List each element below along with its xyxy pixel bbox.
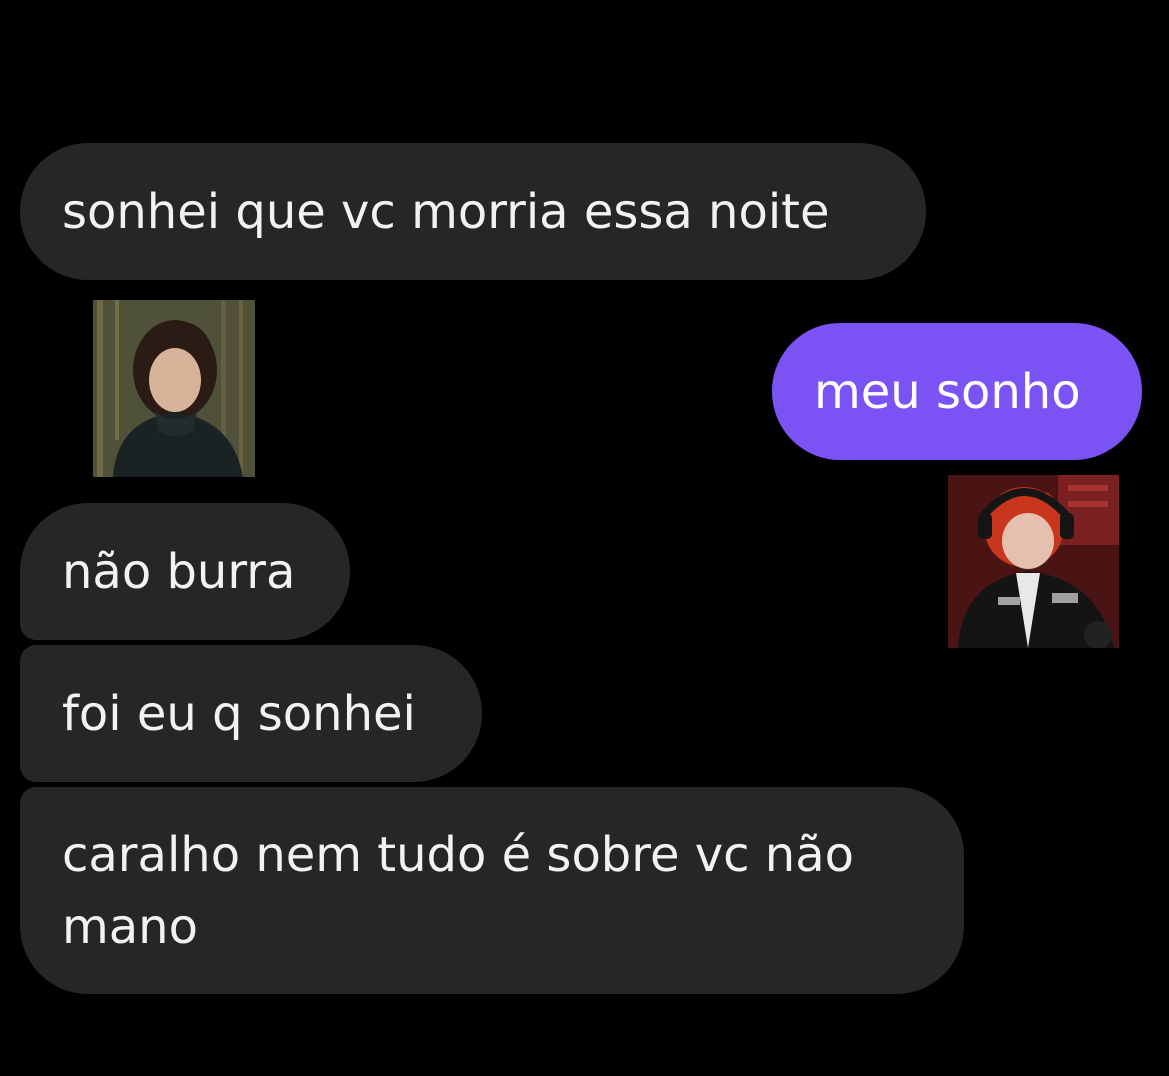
- message-text: não burra: [62, 543, 296, 600]
- message-text-line: caralho nem tudo é sobre vc não: [62, 826, 854, 883]
- message-bubble-incoming[interactable]: não burra: [20, 503, 350, 640]
- message-bubble-outgoing[interactable]: meu sonho: [772, 323, 1142, 460]
- message-bubble-incoming[interactable]: foi eu q sonhei: [20, 645, 482, 782]
- person-photo-red-hair-headphones-icon: [948, 475, 1119, 648]
- message-text-line: mano: [62, 898, 198, 955]
- message-text: foi eu q sonhei: [62, 685, 416, 742]
- message-bubble-incoming[interactable]: caralho nem tudo é sobre vc não mano: [20, 787, 964, 994]
- message-text: sonhei que vc morria essa noite: [62, 183, 830, 240]
- sticker-image-left[interactable]: [93, 300, 255, 477]
- message-bubble-incoming[interactable]: sonhei que vc morria essa noite: [20, 143, 926, 280]
- person-photo-dark-hair-icon: [93, 300, 255, 477]
- sticker-image-right[interactable]: [948, 475, 1119, 648]
- message-text: caralho nem tudo é sobre vc não mano: [62, 819, 854, 963]
- message-text: meu sonho: [814, 363, 1081, 420]
